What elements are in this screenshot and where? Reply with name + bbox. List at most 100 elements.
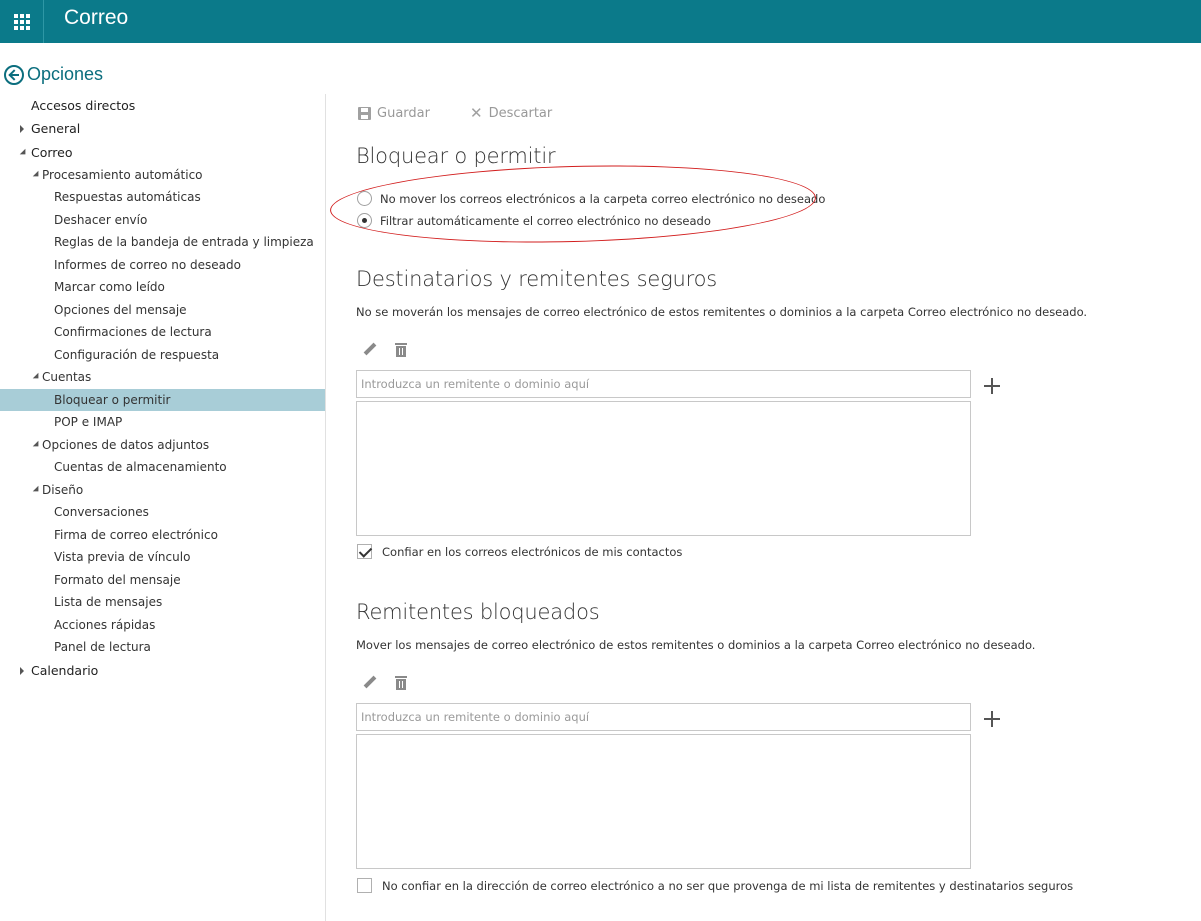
safe-senders-list[interactable] (356, 401, 971, 536)
sidebar-item-label: POP e IMAP (54, 415, 123, 429)
save-label: Guardar (377, 106, 430, 121)
close-icon: ✕ (470, 104, 483, 122)
caret-down-icon (32, 440, 42, 450)
sidebar-item-label: Procesamiento automático (42, 168, 203, 182)
sidebar-item[interactable]: Opciones de datos adjuntos (0, 434, 325, 456)
sidebar-item[interactable]: Correo (0, 142, 325, 164)
safe-sender-input[interactable] (356, 370, 971, 398)
caret-down-icon (19, 148, 29, 158)
options-back-link[interactable]: Opciones (4, 64, 103, 85)
sidebar-item-label: Lista de mensajes (54, 595, 163, 609)
trash-icon[interactable] (395, 676, 407, 690)
sidebar-item[interactable]: Panel de lectura (0, 636, 325, 658)
blocked-senders-description: Mover los mensajes de correo electrónico… (356, 638, 1036, 652)
dont-trust-checkbox[interactable] (357, 878, 372, 893)
blocked-senders-heading: Remitentes bloqueados (356, 600, 600, 624)
back-arrow-icon (4, 64, 24, 85)
trust-contacts-label: Confiar en los correos electrónicos de m… (382, 544, 683, 559)
trust-contacts-checkbox[interactable] (357, 544, 372, 559)
radio-filter-label: Filtrar automáticamente el correo electr… (380, 213, 711, 228)
discard-button[interactable]: ✕ Descartar (470, 104, 552, 122)
sidebar-item[interactable]: Reglas de la bandeja de entrada y limpie… (0, 231, 325, 253)
safe-senders-description: No se moverán los mensajes de correo ele… (356, 305, 1088, 319)
sidebar-item[interactable]: POP e IMAP (0, 411, 325, 433)
sidebar-item-label: Conversaciones (54, 505, 149, 519)
sidebar-item[interactable]: Cuentas (0, 366, 325, 388)
sidebar-item[interactable]: Deshacer envío (0, 209, 325, 231)
sidebar-item[interactable]: Calendario (0, 660, 325, 682)
app-title: Correo (64, 6, 129, 29)
waffle-icon (13, 13, 30, 30)
sidebar-item[interactable]: Configuración de respuesta (0, 344, 325, 366)
sidebar-item-label: Configuración de respuesta (54, 348, 220, 362)
radio-no-move[interactable]: No mover los correos electrónicos a la c… (357, 191, 825, 206)
caret-down-icon (32, 170, 42, 180)
radio-no-move-label: No mover los correos electrónicos a la c… (380, 191, 826, 206)
dont-trust-label: No confiar en la dirección de correo ele… (382, 878, 1074, 893)
sidebar-item-label: Opciones del mensaje (54, 303, 187, 317)
sidebar-item[interactable]: Marcar como leído (0, 276, 325, 298)
edit-pencil-icon[interactable] (362, 675, 378, 691)
sidebar-item[interactable]: Bloquear o permitir (0, 389, 325, 411)
sidebar-item-label: Formato del mensaje (54, 573, 181, 587)
caret-right-icon (20, 667, 24, 675)
sidebar-item[interactable]: Informes de correo no deseado (0, 254, 325, 276)
save-icon (358, 107, 371, 120)
dont-trust-checkbox-row[interactable]: No confiar en la dirección de correo ele… (357, 878, 1073, 893)
sidebar-item[interactable]: Conversaciones (0, 501, 325, 523)
sidebar-item[interactable]: Acciones rápidas (0, 614, 325, 636)
block-allow-heading: Bloquear o permitir (356, 144, 556, 168)
sidebar-item[interactable]: Accesos directos (0, 95, 325, 117)
sidebar-divider (325, 94, 326, 921)
sidebar-item-label: Informes de correo no deseado (54, 258, 241, 272)
sidebar-item[interactable]: General (0, 118, 325, 140)
sidebar-item-label: Deshacer envío (54, 213, 148, 227)
sidebar-item-label: Bloquear o permitir (54, 393, 171, 407)
sidebar-item[interactable]: Confirmaciones de lectura (0, 321, 325, 343)
sidebar-item[interactable]: Cuentas de almacenamiento (0, 456, 325, 478)
caret-down-icon (32, 372, 42, 382)
sidebar-item[interactable]: Vista previa de vínculo (0, 546, 325, 568)
sidebar-item-label: Firma de correo electrónico (54, 528, 218, 542)
sidebar-item[interactable]: Lista de mensajes (0, 591, 325, 613)
sidebar-item-label: General (31, 121, 81, 136)
sidebar-item[interactable]: Diseño (0, 479, 325, 501)
caret-right-icon (20, 125, 24, 133)
blocked-sender-input[interactable] (356, 703, 971, 731)
sidebar-item-label: Cuentas (42, 370, 92, 384)
caret-down-icon (32, 485, 42, 495)
trust-contacts-checkbox-row[interactable]: Confiar en los correos electrónicos de m… (357, 544, 682, 559)
sidebar-item-label: Reglas de la bandeja de entrada y limpie… (54, 235, 314, 249)
sidebar-item-label: Cuentas de almacenamiento (54, 460, 227, 474)
sidebar-item-label: Vista previa de vínculo (54, 550, 191, 564)
sidebar-item[interactable]: Respuestas automáticas (0, 186, 325, 208)
sidebar-item-label: Opciones de datos adjuntos (42, 438, 210, 452)
trash-icon[interactable] (395, 343, 407, 357)
sidebar-item[interactable]: Firma de correo electrónico (0, 524, 325, 546)
sidebar-item-label: Acciones rápidas (54, 618, 156, 632)
sidebar-item[interactable]: Procesamiento automático (0, 164, 325, 186)
blocked-senders-list[interactable] (356, 734, 971, 869)
edit-pencil-icon[interactable] (362, 342, 378, 358)
sidebar-item-label: Calendario (31, 663, 99, 678)
radio-no-move-indicator[interactable] (357, 191, 372, 206)
radio-filter-indicator[interactable] (357, 213, 372, 228)
options-sidebar: Accesos directos General Correo Procesamien… (0, 94, 325, 921)
save-button[interactable]: Guardar (358, 106, 430, 121)
sidebar-item-label: Accesos directos (31, 98, 136, 113)
sidebar-item-label: Panel de lectura (54, 640, 151, 654)
sidebar-item[interactable]: Opciones del mensaje (0, 299, 325, 321)
options-title: Opciones (27, 64, 104, 84)
sidebar-item-label: Diseño (42, 483, 84, 497)
sidebar-item-label: Confirmaciones de lectura (54, 325, 212, 339)
add-safe-sender-plus-icon[interactable] (984, 378, 1000, 394)
sidebar-item-label: Marcar como leído (54, 280, 165, 294)
add-blocked-sender-plus-icon[interactable] (984, 711, 1000, 727)
safe-senders-heading: Destinatarios y remitentes seguros (356, 267, 717, 291)
sidebar-item-label: Correo (31, 145, 73, 160)
app-launcher-button[interactable] (0, 0, 44, 43)
sidebar-item-label: Respuestas automáticas (54, 190, 201, 204)
sidebar-item[interactable]: Formato del mensaje (0, 569, 325, 591)
radio-filter[interactable]: Filtrar automáticamente el correo electr… (357, 213, 711, 228)
top-bar: Correo (0, 0, 1201, 43)
